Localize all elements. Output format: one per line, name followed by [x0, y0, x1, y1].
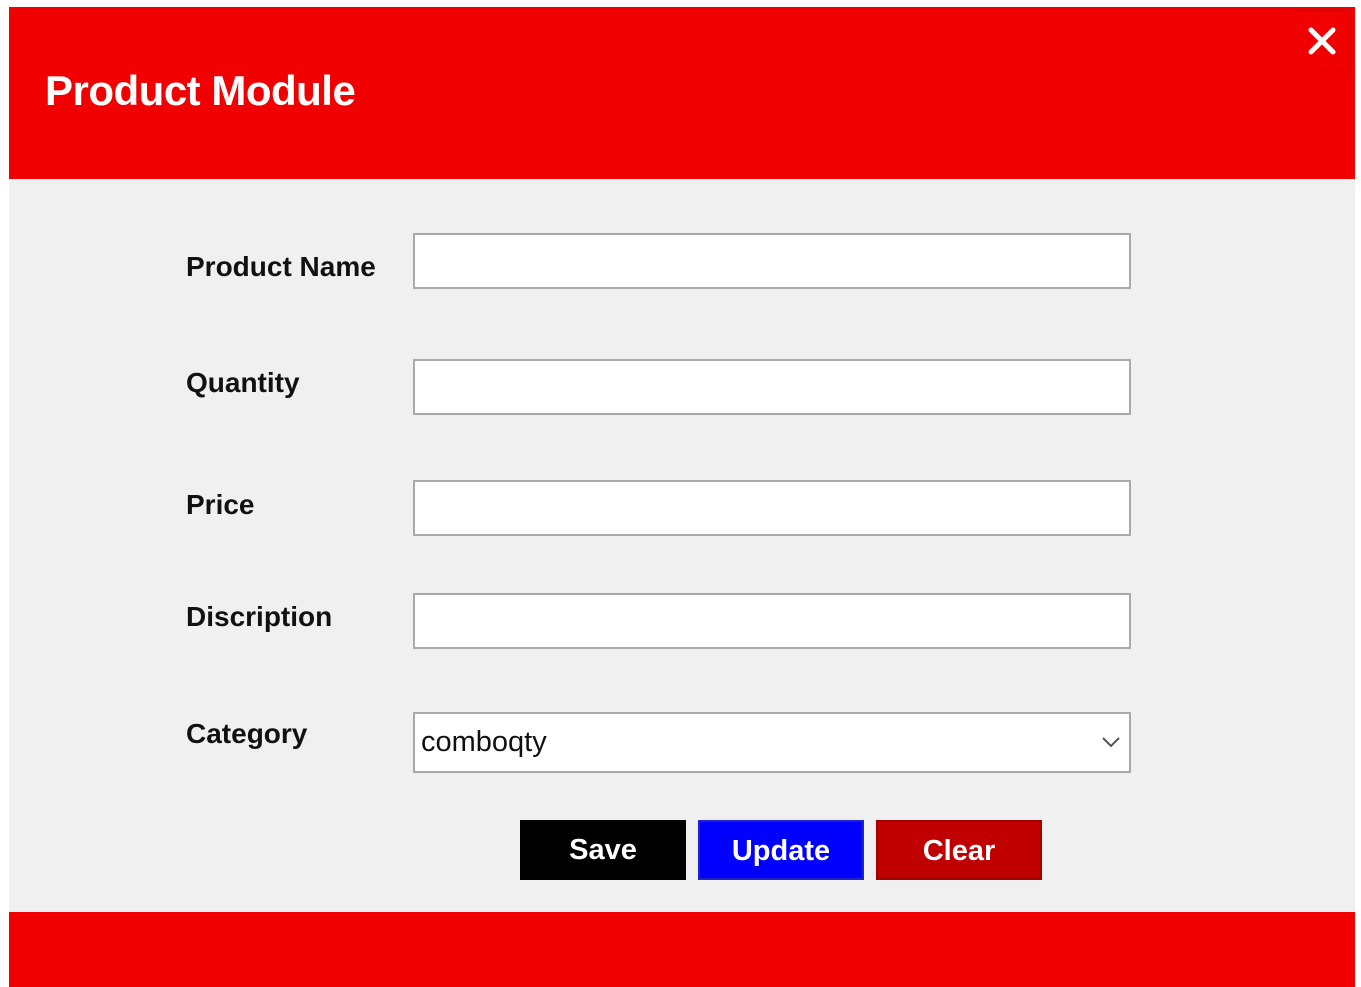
description-label: Discription: [186, 601, 333, 632]
category-selected-value: comboqty: [421, 726, 547, 758]
close-icon: [1308, 27, 1336, 55]
quantity-label: Quantity: [186, 367, 300, 398]
page-title: Product Module: [45, 67, 356, 114]
footer-bar: [9, 912, 1355, 987]
header-bar: Product Module: [9, 7, 1355, 179]
price-input[interactable]: [413, 480, 1131, 536]
price-label: Price: [186, 489, 255, 520]
quantity-input[interactable]: [413, 359, 1131, 415]
chevron-down-icon: [1102, 737, 1120, 748]
category-label: Category: [186, 718, 308, 749]
update-button[interactable]: Update: [698, 820, 864, 880]
product-name-input[interactable]: [413, 233, 1131, 289]
save-button[interactable]: Save: [520, 820, 686, 880]
clear-button[interactable]: Clear: [876, 820, 1042, 880]
product-module-window: Product Module Product Name Quantity Pri…: [9, 7, 1355, 987]
product-name-label: Product Name: [186, 251, 376, 282]
close-button[interactable]: [1293, 10, 1351, 72]
category-combobox[interactable]: comboqty: [413, 712, 1131, 773]
description-input[interactable]: [413, 593, 1131, 649]
